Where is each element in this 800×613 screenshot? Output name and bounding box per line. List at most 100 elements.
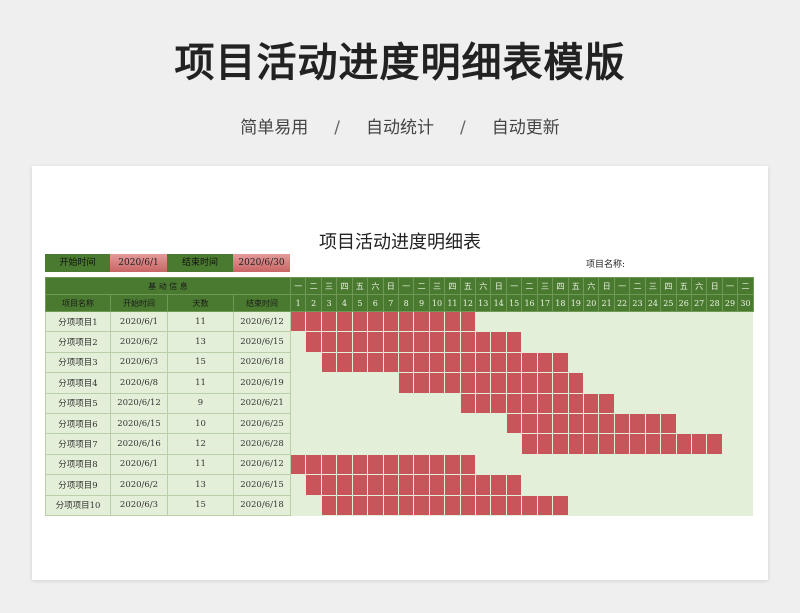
- gantt-empty-cell: [629, 392, 646, 414]
- gantt-empty-cell: [383, 433, 399, 455]
- gantt-empty-cell: [383, 392, 399, 414]
- gantt-empty-cell: [305, 412, 322, 435]
- gantt-empty-cell: [645, 453, 661, 476]
- page-title: 项目活动进度明细表模版: [174, 40, 626, 86]
- task-days-cell[interactable]: 13: [167, 474, 234, 496]
- task-end-cell[interactable]: 2020/6/25: [233, 412, 291, 435]
- gantt-bar-segment: [428, 494, 446, 516]
- day-number-header: 5: [351, 294, 369, 312]
- task-end-cell[interactable]: 2020/6/12: [233, 310, 291, 333]
- task-end-cell[interactable]: 2020/6/21: [233, 392, 291, 414]
- task-days-cell[interactable]: 15: [167, 351, 234, 374]
- gantt-bar-segment: [475, 351, 492, 374]
- gantt-empty-cell: [568, 351, 584, 374]
- gantt-bar-segment: [397, 453, 415, 476]
- task-days-cell[interactable]: 10: [167, 412, 234, 435]
- task-name-cell[interactable]: 分项项目3: [45, 351, 111, 374]
- task-start-cell[interactable]: 2020/6/2: [110, 331, 168, 353]
- task-start-cell[interactable]: 2020/6/3: [110, 351, 168, 374]
- gantt-empty-cell: [583, 474, 599, 496]
- gantt-bar-segment: [505, 474, 523, 496]
- gantt-empty-cell: [645, 331, 661, 353]
- gantt-empty-cell: [367, 412, 384, 435]
- gantt-bar-segment: [459, 453, 477, 476]
- gantt-empty-cell: [398, 433, 414, 455]
- day-number-header: 26: [675, 294, 692, 312]
- task-days-cell[interactable]: 12: [167, 433, 234, 455]
- gantt-bar-segment: [305, 310, 322, 333]
- task-start-cell[interactable]: 2020/6/3: [110, 494, 168, 516]
- task-days-cell[interactable]: 9: [167, 392, 234, 414]
- gantt-empty-cell: [722, 331, 738, 353]
- task-end-cell[interactable]: 2020/6/18: [233, 494, 291, 516]
- gantt-empty-cell: [521, 331, 538, 353]
- task-end-cell[interactable]: 2020/6/19: [233, 372, 291, 394]
- day-number-header: 10: [428, 294, 446, 312]
- task-name-cell[interactable]: 分项项目4: [45, 372, 111, 394]
- task-name-cell[interactable]: 分项项目5: [45, 392, 111, 414]
- task-end-cell[interactable]: 2020/6/12: [233, 453, 291, 476]
- tag-auto-stat: 自动统计: [366, 118, 434, 138]
- gantt-bar-segment: [706, 433, 723, 455]
- gantt-empty-cell: [475, 453, 491, 476]
- weekday-header: 一: [397, 277, 415, 295]
- gantt-empty-cell: [290, 372, 306, 394]
- gantt-empty-cell: [490, 412, 507, 435]
- gantt-bar-segment: [382, 453, 399, 476]
- task-name-cell[interactable]: 分项项目1: [45, 310, 111, 333]
- task-start-cell[interactable]: 2020/6/12: [110, 392, 168, 414]
- gantt-empty-cell: [676, 331, 692, 353]
- task-end-cell[interactable]: 2020/6/15: [233, 331, 291, 353]
- gantt-bar-segment: [505, 392, 523, 414]
- task-days-cell[interactable]: 11: [167, 453, 234, 476]
- gantt-empty-cell: [691, 453, 707, 476]
- gantt-empty-cell: [660, 474, 677, 496]
- gantt-empty-cell: [552, 310, 569, 333]
- gantt-empty-cell: [568, 331, 584, 353]
- task-start-cell[interactable]: 2020/6/15: [110, 412, 168, 435]
- task-name-cell[interactable]: 分项项目2: [45, 331, 111, 353]
- gantt-empty-cell: [614, 474, 630, 496]
- task-name-cell[interactable]: 分项项目6: [45, 412, 111, 435]
- task-start-cell[interactable]: 2020/6/16: [110, 433, 168, 455]
- table-row: 分项项目10 2020/6/3 15 2020/6/18: [45, 494, 754, 516]
- task-end-cell[interactable]: 2020/6/15: [233, 474, 291, 496]
- gantt-bar-segment: [351, 331, 369, 353]
- gantt-bar-segment: [521, 412, 538, 435]
- weekday-header: 二: [737, 277, 754, 295]
- task-days-cell[interactable]: 15: [167, 494, 234, 516]
- task-end-cell[interactable]: 2020/6/18: [233, 351, 291, 374]
- gantt-empty-cell: [722, 453, 738, 476]
- gantt-empty-cell: [367, 392, 384, 414]
- start-date-cell[interactable]: 2020/6/1: [110, 254, 167, 272]
- column-days: 天数: [167, 294, 234, 312]
- project-name-label: 项目名称:: [586, 260, 626, 270]
- task-name-cell[interactable]: 分项项目10: [45, 494, 111, 516]
- task-end-cell[interactable]: 2020/6/28: [233, 433, 291, 455]
- task-name-cell[interactable]: 分项项目7: [45, 433, 111, 455]
- gantt-bar-segment: [413, 351, 430, 374]
- gantt-empty-cell: [537, 474, 553, 496]
- gantt-empty-cell: [383, 372, 399, 394]
- end-date-cell[interactable]: 2020/6/30: [233, 254, 290, 272]
- task-start-cell[interactable]: 2020/6/1: [110, 310, 168, 333]
- task-days-cell[interactable]: 11: [167, 372, 234, 394]
- gantt-empty-cell: [629, 331, 646, 353]
- task-start-cell[interactable]: 2020/6/1: [110, 453, 168, 476]
- task-name-cell[interactable]: 分项项目9: [45, 474, 111, 496]
- gantt-bar-segment: [536, 392, 554, 414]
- gantt-empty-cell: [413, 433, 430, 455]
- task-start-cell[interactable]: 2020/6/2: [110, 474, 168, 496]
- gantt-bar-segment: [505, 494, 523, 516]
- gantt-empty-cell: [660, 372, 677, 394]
- task-name-cell[interactable]: 分项项目8: [45, 453, 111, 476]
- gantt-empty-cell: [645, 310, 661, 333]
- task-days-cell[interactable]: 13: [167, 331, 234, 353]
- gantt-bar-segment: [320, 474, 338, 496]
- gantt-bar-segment: [320, 310, 338, 333]
- task-days-cell[interactable]: 11: [167, 310, 234, 333]
- task-start-cell[interactable]: 2020/6/8: [110, 372, 168, 394]
- gantt-empty-cell: [691, 412, 707, 435]
- gantt-empty-cell: [290, 351, 306, 374]
- gantt-bar-segment: [583, 433, 600, 455]
